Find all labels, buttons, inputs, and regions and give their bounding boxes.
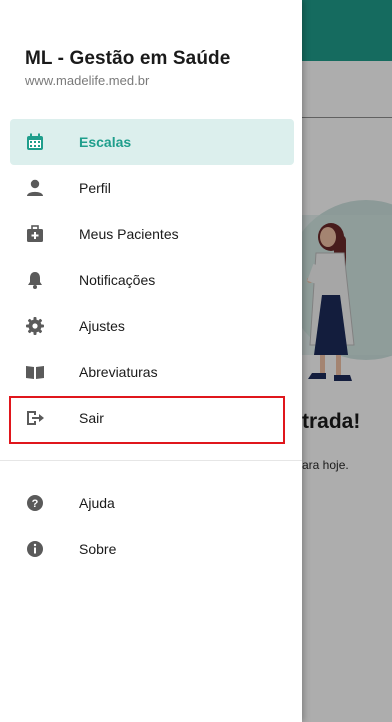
calendar-icon: [25, 132, 45, 152]
drawer-header: ML - Gestão em Saúde www.madelife.med.br: [25, 48, 230, 88]
bell-icon: [25, 270, 45, 290]
menu-item-sobre[interactable]: Sobre: [10, 526, 294, 572]
gear-icon: [25, 316, 45, 336]
person-icon: [25, 178, 45, 198]
svg-text:?: ?: [32, 498, 39, 510]
menu-item-notificacoes[interactable]: Notificações: [10, 257, 294, 303]
menu-item-ajuda[interactable]: ? Ajuda: [10, 480, 294, 526]
menu-item-escalas[interactable]: Escalas: [10, 119, 294, 165]
menu-item-label: Perfil: [79, 180, 111, 196]
drawer-divider: [0, 460, 302, 461]
app-url: www.madelife.med.br: [25, 73, 150, 88]
menu-item-ajustes[interactable]: Ajustes: [10, 303, 294, 349]
book-icon: [25, 362, 45, 382]
navigation-drawer: ML - Gestão em Saúde www.madelife.med.br: [0, 0, 302, 722]
sair-highlight-box: [9, 396, 285, 444]
drawer-menu: Escalas Perfil Meus Pacientes Notificaçõ…: [10, 119, 294, 441]
menu-item-label: Abreviaturas: [79, 364, 158, 380]
menu-item-meus-pacientes[interactable]: Meus Pacientes: [10, 211, 294, 257]
menu-item-label: Ajustes: [79, 318, 125, 334]
medical-kit-icon: [25, 224, 45, 244]
menu-item-label: Ajuda: [79, 495, 115, 511]
menu-item-label: Sobre: [79, 541, 117, 557]
drawer-secondary-menu: ? Ajuda Sobre: [10, 480, 294, 572]
menu-item-perfil[interactable]: Perfil: [10, 165, 294, 211]
app-title: ML - Gestão em Saúde: [25, 48, 231, 69]
menu-item-label: Notificações: [79, 272, 156, 288]
help-icon: ?: [25, 493, 45, 513]
info-icon: [25, 539, 45, 559]
menu-item-label: Meus Pacientes: [79, 226, 179, 242]
menu-item-label: Escalas: [79, 134, 132, 150]
menu-item-abreviaturas[interactable]: Abreviaturas: [10, 349, 294, 395]
